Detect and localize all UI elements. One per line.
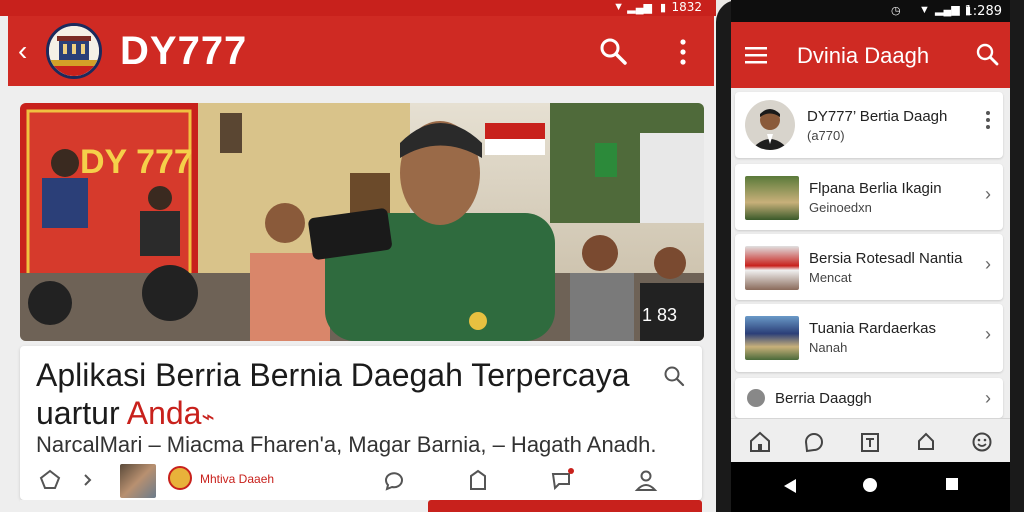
home-icon[interactable]	[749, 431, 771, 453]
hero-banner-text: DY 777	[80, 143, 193, 181]
list-item[interactable]: Tuania Rardaerkas Nanah ›	[735, 304, 1003, 372]
next-card-peek	[20, 500, 702, 512]
list-item-title: Tuania Rardaerkas	[809, 320, 937, 337]
chat-icon[interactable]	[803, 431, 825, 453]
menu-icon[interactable]	[745, 46, 767, 64]
chevron-right-icon: ›	[985, 324, 991, 344]
list-item-subtitle: Nanah	[809, 340, 848, 355]
signal-icon: ▂▄▆	[627, 2, 652, 14]
list-item-thumbnail	[745, 176, 799, 220]
phone-status-bar: ◷ ▼ ▂▄▆ ▮ 1:289	[731, 0, 1010, 22]
list-item-subtitle: Mencat	[809, 270, 852, 285]
chevron-right-icon: ›	[985, 388, 991, 408]
source-badge	[168, 466, 192, 490]
notification-icon[interactable]	[915, 431, 937, 453]
phone-search-icon[interactable]	[975, 42, 999, 66]
comment-icon[interactable]	[382, 468, 406, 492]
profile-name: DY777’ Bertia Daagh	[807, 108, 948, 125]
chevron-right-icon: ›	[985, 254, 991, 274]
headline-accent: Anda	[126, 395, 202, 431]
headline-line2: uartur Anda⌁	[36, 394, 215, 436]
app-logo	[46, 23, 102, 79]
source-label[interactable]: Mhtiva Daaeh	[200, 472, 274, 486]
chevron-right-icon[interactable]	[82, 468, 94, 492]
profile-icon[interactable]	[634, 468, 658, 492]
wifi-icon: ▼	[919, 4, 930, 16]
bottom-nav	[731, 418, 1010, 463]
headline-subtitle: NarcalMari – Miacma Fharen'a, Magar Barn…	[36, 432, 657, 457]
list-item-title: Flpana Berlia Ikagin	[809, 180, 942, 197]
avatar	[745, 100, 795, 150]
system-recents-icon[interactable]	[945, 477, 959, 491]
signal-icon: ▂▄▆	[935, 4, 960, 16]
bookmark-icon[interactable]	[466, 468, 490, 492]
profile-handle: (a770)	[807, 128, 845, 143]
hero-image[interactable]: DY 777 1 83	[20, 103, 704, 341]
status-bar: ▼ ▂▄▆ ▮ 1832	[0, 0, 716, 16]
squiggle-icon: ⌁	[201, 404, 215, 429]
profile-card[interactable]: DY777’ Bertia Daagh (a770)	[735, 92, 1003, 158]
next-card-accent	[428, 500, 702, 512]
alarm-icon: ◷	[891, 5, 901, 17]
list-item-subtitle: Geinoedxn	[809, 200, 872, 215]
list-item-title: Bersia Rotesadl Nantia	[809, 250, 963, 267]
source-thumbnail[interactable]	[120, 464, 156, 498]
back-arrow-icon[interactable]: ‹	[18, 33, 27, 69]
list-item-thumbnail	[745, 246, 799, 290]
battery-icon: ▮	[659, 2, 666, 14]
headline-line1: Aplikasi Berria Bernia Daegah Terpercaya	[36, 357, 630, 393]
list-item-title: Berria Daaggh	[775, 390, 872, 407]
app-bar: ‹ DY777	[8, 16, 714, 86]
phone-status-time: 1:289	[964, 4, 1002, 19]
status-time: 1832	[671, 0, 702, 14]
card-search-icon[interactable]	[662, 364, 686, 388]
share-icon[interactable]	[38, 468, 62, 492]
system-nav-bar	[731, 462, 1010, 512]
list-item[interactable]: Flpana Berlia Ikagin Geinoedxn ›	[735, 164, 1003, 230]
list-item-thumbnail	[745, 316, 799, 360]
tablet-screen: ▼ ▂▄▆ ▮ 1832 ‹ DY777 DY 777 1 83 Aplikas…	[0, 0, 716, 512]
list-item[interactable]: Bersia Rotesadl Nantia Mencat ›	[735, 234, 1003, 300]
system-back-icon[interactable]	[783, 478, 797, 494]
wifi-icon: ▼	[613, 1, 624, 13]
hero-overlay-number: 1 83	[642, 305, 677, 325]
globe-icon	[747, 389, 765, 407]
chevron-right-icon: ›	[985, 184, 991, 204]
phone-app-title: Dvinia Daagh	[797, 43, 930, 68]
list-item[interactable]: Berria Daaggh ›	[735, 378, 1003, 418]
action-bar: Mhtiva Daaeh	[20, 458, 702, 500]
phone-app-bar: Dvinia Daagh	[731, 22, 1010, 88]
headline-card[interactable]: Aplikasi Berria Bernia Daegah Terpercaya…	[20, 346, 702, 500]
article-icon[interactable]	[859, 431, 881, 453]
send-icon[interactable]	[550, 468, 574, 492]
more-vert-icon[interactable]	[678, 38, 688, 66]
search-icon[interactable]	[598, 36, 628, 66]
app-title: DY777	[120, 29, 248, 73]
system-home-icon[interactable]	[861, 476, 879, 494]
emoji-icon[interactable]	[971, 431, 993, 453]
more-vert-icon[interactable]	[985, 110, 991, 130]
headline-line2-prefix: uartur	[36, 395, 127, 431]
